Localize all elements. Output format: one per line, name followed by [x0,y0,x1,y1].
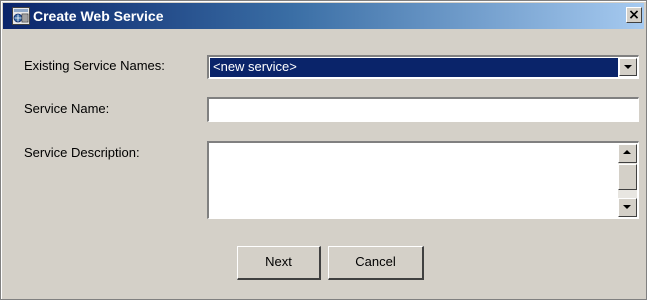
create-web-service-dialog: Create Web Service × Existing Service Na… [0,0,647,300]
close-button[interactable]: × [626,7,642,23]
cancel-button[interactable]: Cancel [328,246,424,280]
dropdown-arrow-button[interactable] [619,58,637,76]
existing-service-names-dropdown[interactable]: <new service> [207,55,639,79]
existing-service-selected-value: <new service> [210,58,618,77]
title-bar[interactable]: Create Web Service × [3,3,644,29]
service-description-textarea[interactable] [207,141,639,219]
service-description-label: Service Description: [24,145,140,160]
close-icon: × [628,7,640,23]
description-scrollbar[interactable] [618,144,637,217]
web-service-icon [12,7,30,25]
scroll-up-button[interactable] [618,144,637,163]
chevron-down-icon [624,65,632,69]
scroll-down-button[interactable] [618,198,637,217]
scrollbar-thumb[interactable] [618,164,637,190]
next-button[interactable]: Next [237,246,321,280]
service-name-field[interactable] [207,97,639,122]
arrow-down-icon [623,205,631,209]
dialog-title: Create Web Service [33,8,164,24]
existing-service-names-label: Existing Service Names: [24,58,165,73]
arrow-up-icon [623,150,631,154]
service-name-label: Service Name: [24,101,110,116]
